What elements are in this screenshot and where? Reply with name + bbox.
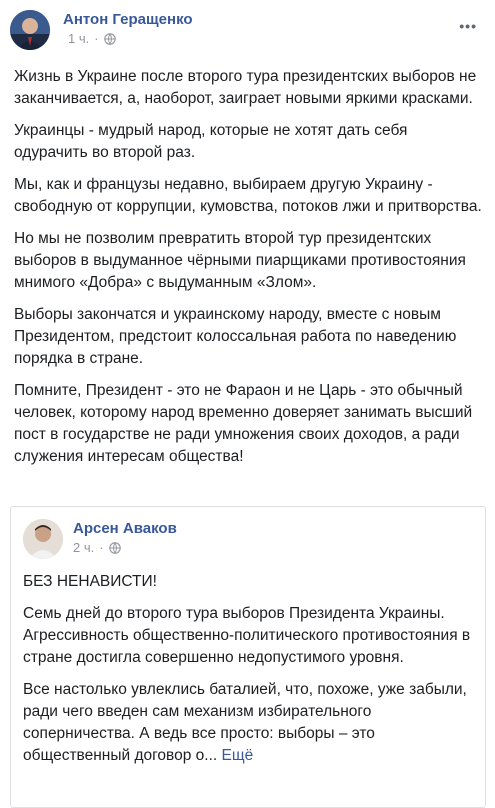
post-time[interactable]: 1 ч. <box>68 31 89 46</box>
shared-post[interactable]: Арсен Аваков 2 ч. · БЕЗ НЕНАВИСТИ! Семь … <box>10 506 486 808</box>
shared-author-avatar[interactable] <box>23 519 63 559</box>
shared-paragraph: Семь дней до второго тура выборов Презид… <box>23 605 471 666</box>
author-name[interactable]: Антон Геращенко <box>63 11 193 28</box>
shared-post-text: БЕЗ НЕНАВИСТИ! Семь дней до второго тура… <box>23 571 478 777</box>
post-paragraph: Помните, Президент - это не Фараон и не … <box>14 382 473 465</box>
post-paragraph: Выборы закончатся и украинскому народу, … <box>14 306 457 367</box>
shared-post-meta: 2 ч. · <box>73 540 121 555</box>
shared-paragraph: Все настолько увлеклись баталией, что, п… <box>23 679 478 767</box>
separator: · <box>99 540 104 555</box>
post-header: Антон Геращенко 1 ч. · ••• <box>10 10 485 54</box>
globe-icon <box>103 32 116 45</box>
see-more-link[interactable]: Ещё <box>222 747 254 764</box>
post-meta: 1 ч. · <box>68 31 116 46</box>
post-paragraph: Украинцы - мудрый народ, которые не хотя… <box>14 122 408 161</box>
shared-post-time[interactable]: 2 ч. <box>73 540 94 555</box>
post-paragraph: Мы, как и французы недавно, выбираем дру… <box>14 176 482 215</box>
post-text: Жизнь в Украине после второго тура прези… <box>14 66 484 478</box>
post-paragraph: Жизнь в Украине после второго тура прези… <box>14 68 477 107</box>
author-avatar[interactable] <box>10 10 50 50</box>
separator: · <box>94 31 99 46</box>
post-paragraph: Но мы не позволим превратить второй тур … <box>14 230 466 291</box>
more-icon[interactable]: ••• <box>459 18 477 34</box>
globe-icon <box>108 541 121 554</box>
shared-author-name[interactable]: Арсен Аваков <box>73 520 177 537</box>
shared-heading: БЕЗ НЕНАВИСТИ! <box>23 573 157 590</box>
